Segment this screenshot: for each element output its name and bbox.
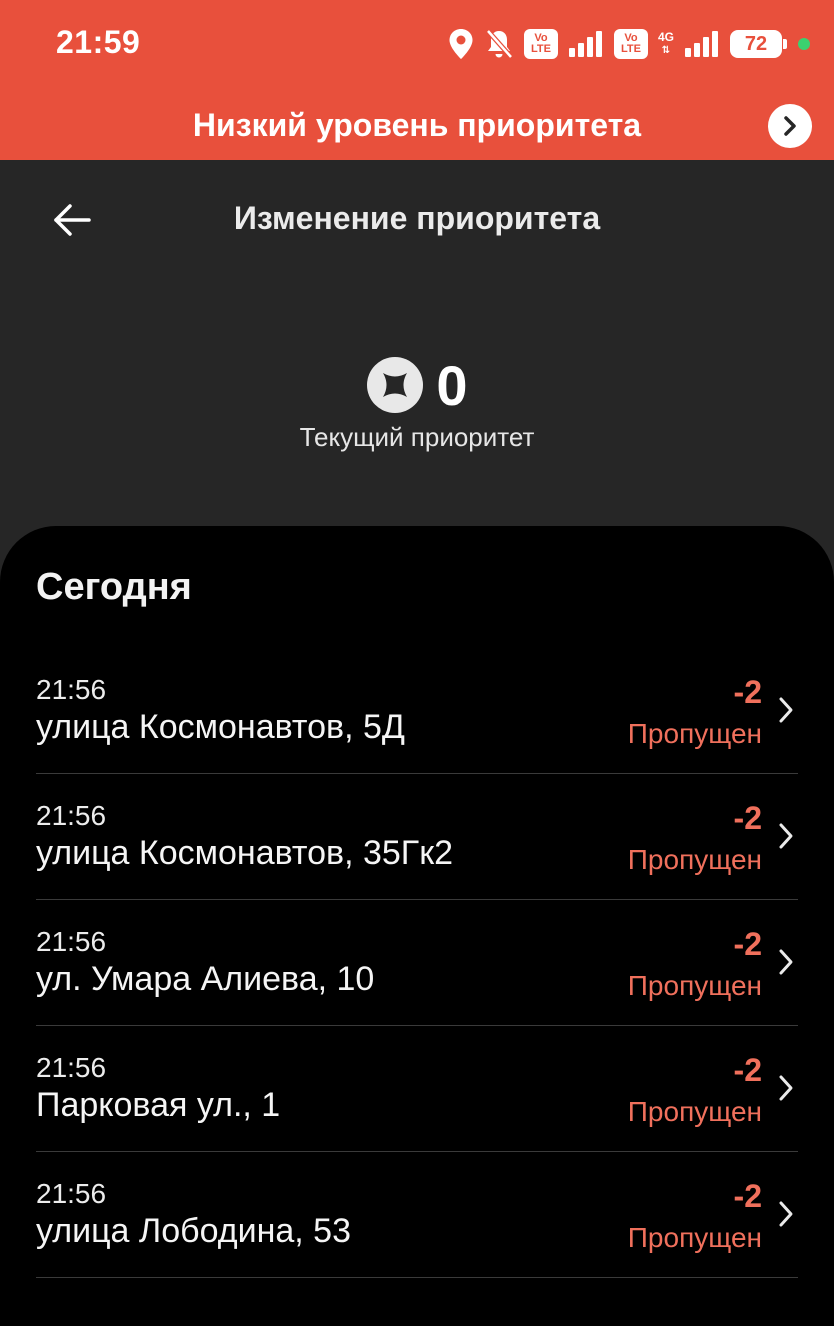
priority-value-row: 0 (0, 350, 834, 420)
location-pin-icon (449, 29, 473, 59)
item-time: 21:56 (36, 926, 107, 957)
priority-value: 0 (436, 353, 468, 417)
chevron-right-icon (774, 1070, 798, 1106)
item-address: Парковая ул., 1 (36, 1086, 281, 1124)
bell-off-icon (486, 29, 513, 59)
item-priority-delta: -2 (733, 1052, 762, 1088)
section-title-today: Сегодня (36, 566, 192, 608)
volte-bottom-text: LTE (621, 43, 641, 55)
item-address: улица Космонавтов, 35Гк2 (36, 834, 453, 872)
privacy-dot-icon (798, 38, 810, 50)
low-priority-banner[interactable]: Низкий уровень приоритета (0, 90, 834, 160)
item-status: Пропущен (627, 844, 762, 875)
current-priority: 0 Текущий приоритет (0, 350, 834, 453)
item-time: 21:56 (36, 1052, 107, 1083)
item-priority-delta: -2 (733, 926, 762, 962)
item-priority-delta: -2 (733, 800, 762, 836)
page-header: Изменение приоритета (0, 160, 834, 280)
list-item[interactable]: 21:56 Парковая ул., 1 -2 Пропущен (36, 1026, 798, 1152)
volte-badge-1: Vo LTE (523, 29, 558, 59)
chevron-right-icon (774, 818, 798, 854)
list-item[interactable]: 21:56 улица Космонавтов, 5Д -2 Пропущен (36, 648, 798, 774)
list-item[interactable]: 21:56 улица Космонавтов, 35Гк2 -2 Пропущ… (36, 774, 798, 900)
item-time: 21:56 (36, 674, 107, 705)
network-type-text: 4G (657, 30, 674, 44)
chevron-right-icon (774, 944, 798, 980)
battery-level-text: 72 (744, 32, 768, 55)
status-bar: 21:59 Vo LTE Vo LTE 4G ⇅ 72 (0, 0, 834, 90)
top-banner-area: 21:59 Vo LTE Vo LTE 4G ⇅ 72 Низкий урове… (0, 0, 834, 160)
data-arrows-icon: ⇅ (661, 45, 671, 56)
item-address: улица Космонавтов, 5Д (36, 708, 405, 746)
battery-indicator: 72 (730, 30, 787, 58)
signal-bars-icon (568, 31, 602, 57)
history-sheet: Сегодня 21:56 улица Космонавтов, 5Д -2 П… (0, 526, 834, 1326)
item-priority-delta: -2 (733, 674, 762, 710)
status-time: 21:59 (56, 24, 141, 60)
item-status: Пропущен (627, 1096, 762, 1127)
history-list: 21:56 улица Космонавтов, 5Д -2 Пропущен … (36, 648, 798, 1278)
item-address: улица Лободина, 53 (36, 1212, 351, 1250)
list-item[interactable]: 21:56 улица Лободина, 53 -2 Пропущен (36, 1152, 798, 1278)
item-status: Пропущен (627, 970, 762, 1001)
priority-label: Текущий приоритет (299, 422, 535, 452)
list-item[interactable]: 21:56 ул. Умара Алиева, 10 -2 Пропущен (36, 900, 798, 1026)
item-priority-delta: -2 (733, 1178, 762, 1214)
chevron-right-circle-icon[interactable] (768, 104, 812, 148)
chevron-right-icon (774, 692, 798, 728)
item-status: Пропущен (627, 1222, 762, 1253)
network-indicator: 4G ⇅ (658, 31, 674, 57)
item-address: ул. Умара Алиева, 10 (36, 960, 375, 998)
signal-bars-icon (685, 31, 718, 57)
status-icons: Vo LTE Vo LTE 4G ⇅ 72 (448, 24, 810, 64)
volte-bottom-text: LTE (531, 43, 551, 55)
chevron-right-icon (774, 1196, 798, 1232)
volte-badge-2: Vo LTE (613, 29, 648, 59)
page-title: Изменение приоритета (233, 200, 601, 236)
banner-text: Низкий уровень приоритета (192, 106, 642, 143)
item-time: 21:56 (36, 800, 107, 831)
item-time: 21:56 (36, 1178, 107, 1209)
priority-badge-icon (367, 357, 424, 413)
item-status: Пропущен (627, 718, 762, 749)
